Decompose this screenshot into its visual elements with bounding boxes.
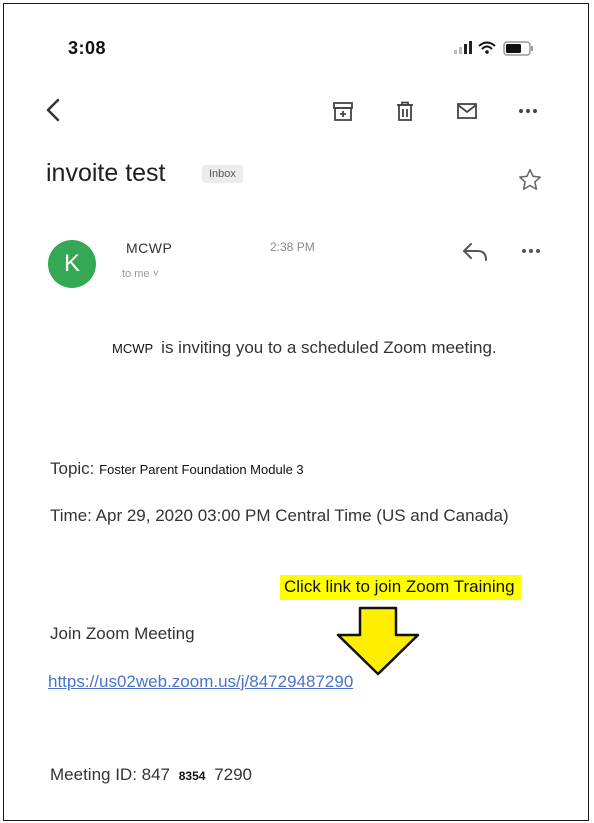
status-icons (454, 38, 550, 58)
more-icon (519, 109, 537, 113)
back-icon (46, 98, 60, 122)
topic-line: Topic: Foster Parent Foundation Module 3 (50, 459, 304, 479)
invite-text: is inviting you to a scheduled Zoom meet… (161, 338, 497, 357)
wifi-icon (478, 41, 496, 54)
sender-avatar[interactable]: K (48, 240, 96, 288)
meeting-id-mid: 8354 (178, 769, 206, 783)
archive-icon (333, 102, 353, 121)
topic-label: Topic: (50, 459, 95, 478)
battery-icon (503, 41, 533, 56)
reply-icon (463, 243, 487, 261)
meeting-id-label: Meeting ID: 847 (50, 765, 171, 784)
time-line: Time: Apr 29, 2020 03:00 PM Central Time… (50, 506, 509, 525)
meeting-id-line: Meeting ID: 847 8354 7290 (50, 765, 252, 785)
sender-name: MCWP (126, 240, 173, 256)
signal-icon (454, 41, 472, 54)
email-screen: 3:08 invoite test Inbox K MCWP 2:38 PM t… (3, 3, 589, 821)
delete-button[interactable] (393, 99, 417, 123)
inbox-label-badge[interactable]: Inbox (202, 165, 243, 183)
invite-sender: MCWP (112, 341, 154, 356)
more-icon (522, 249, 540, 253)
mark-unread-button[interactable] (455, 99, 479, 123)
trash-icon (397, 101, 413, 121)
archive-button[interactable] (331, 99, 355, 123)
more-options-button[interactable] (516, 99, 540, 123)
arrow-down-icon (334, 605, 422, 677)
zoom-join-link[interactable]: https://us02web.zoom.us/j/84729487290 (48, 672, 353, 692)
sent-time: 2:38 PM (270, 240, 315, 254)
email-subject: invoite test (46, 159, 166, 187)
reply-button[interactable] (459, 239, 491, 267)
status-time: 3:08 (68, 38, 107, 58)
star-icon (518, 168, 542, 190)
join-heading: Join Zoom Meeting (50, 624, 195, 643)
star-button[interactable] (517, 167, 543, 193)
topic-value: Foster Parent Foundation Module 3 (99, 462, 304, 477)
recipient-details-toggle[interactable]: to me ˅ (122, 268, 159, 280)
back-button[interactable] (42, 94, 70, 126)
message-more-button[interactable] (516, 241, 546, 261)
meeting-id-end: 7290 (214, 765, 253, 784)
invite-paragraph: MCWP is inviting you to a scheduled Zoom … (50, 336, 550, 361)
annotation-highlight: Click link to join Zoom Training (280, 575, 521, 600)
mail-icon (457, 103, 477, 119)
